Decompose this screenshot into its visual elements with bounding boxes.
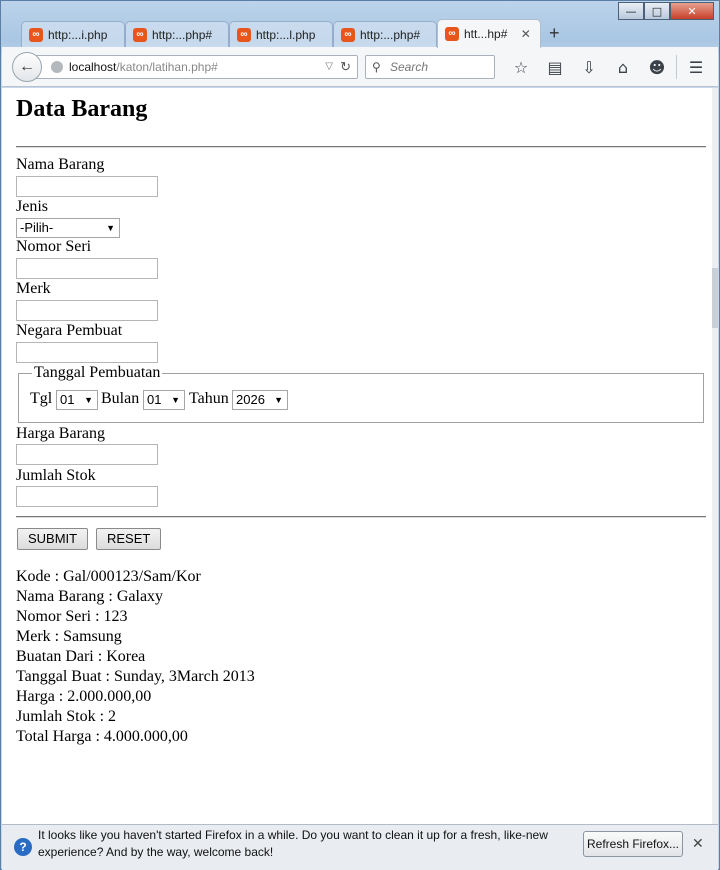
dropdown-arrow-icon: ▼ [274, 395, 283, 405]
tab-label: htt...hp# [464, 27, 508, 41]
result-jumlah-stok: Jumlah Stok : 2 [16, 708, 117, 725]
globe-icon [51, 61, 63, 73]
tgl-selected: 01 [60, 392, 75, 407]
history-dropdown-icon[interactable]: ▽ [325, 56, 333, 78]
tab-5-active[interactable]: ∞ htt...hp# ✕ [437, 19, 541, 48]
tab-bar: ∞ http:...i.php ∞ http:...php# ∞ http:..… [11, 19, 711, 48]
result-tanggal-buat: Tanggal Buat : Sunday, 3March 2013 [16, 668, 255, 685]
tgl-select[interactable]: 01 ▼ [56, 390, 98, 410]
tab-label: http:...php# [152, 28, 213, 42]
toolbar-icons: ☆ ▤ ⇩ ⌂ ☻ ☰ [504, 55, 713, 79]
jumlah-stok-label: Jumlah Stok [16, 467, 96, 484]
tahun-selected: 2026 [236, 392, 265, 407]
nama-barang-input[interactable] [16, 176, 158, 197]
tahun-select[interactable]: 2026 ▼ [232, 390, 288, 410]
dropdown-arrow-icon: ▼ [106, 223, 115, 233]
scrollbar-thumb[interactable] [712, 268, 718, 328]
jumlah-stok-input[interactable] [16, 486, 158, 507]
dropdown-arrow-icon: ▼ [84, 395, 93, 405]
result-nama-barang: Nama Barang : Galaxy [16, 588, 164, 605]
result-buatan-dari: Buatan Dari : Korea [16, 648, 146, 665]
nomor-seri-label: Nomor Seri [16, 238, 92, 255]
result-kode: Kode : Gal/000123/Sam/Kor [16, 568, 201, 585]
xampp-icon: ∞ [445, 27, 459, 41]
xampp-icon: ∞ [29, 28, 43, 42]
hamburger-menu-icon[interactable]: ☰ [679, 55, 713, 79]
bulan-select[interactable]: 01 ▼ [143, 390, 185, 410]
chat-icon[interactable]: ☻ [640, 55, 674, 79]
url-bar[interactable]: localhost/katon/latihan.php# ▽ ↻ [30, 55, 358, 79]
bulan-selected: 01 [147, 392, 162, 407]
page-title: Data Barang [16, 96, 148, 122]
notification-message: It looks like you haven't started Firefo… [38, 828, 548, 859]
jenis-label: Jenis [16, 198, 48, 215]
divider [16, 516, 706, 518]
tab-1[interactable]: ∞ http:...i.php [21, 21, 125, 47]
search-input[interactable]: ⚲ Search [365, 55, 495, 79]
tab-label: http:...i.php [48, 28, 108, 42]
jenis-selected: -Pilih- [20, 220, 54, 235]
tab-close-icon[interactable]: ✕ [521, 27, 531, 41]
close-notification-icon[interactable]: ✕ [692, 835, 704, 852]
toolbar-separator [676, 55, 677, 79]
xampp-icon: ∞ [237, 28, 251, 42]
dropdown-arrow-icon: ▼ [171, 395, 180, 405]
result-nomor-seri: Nomor Seri : 123 [16, 608, 128, 625]
url-text: localhost/katon/latihan.php# [69, 56, 218, 78]
reset-button[interactable]: RESET [96, 528, 162, 550]
harga-barang-label: Harga Barang [16, 425, 105, 442]
maximize-icon[interactable]: □ [644, 2, 670, 20]
url-host: localhost [69, 60, 117, 74]
result-merk: Merk : Samsung [16, 628, 122, 645]
refresh-firefox-button[interactable]: Refresh Firefox... [583, 831, 683, 857]
reading-list-icon[interactable]: ▤ [538, 55, 572, 79]
nama-barang-label: Nama Barang [16, 156, 105, 173]
minimize-icon[interactable]: — [618, 2, 644, 20]
new-tab-icon[interactable]: + [549, 23, 560, 44]
notification-bar: ? It looks like you haven't started Fire… [2, 824, 718, 870]
download-icon[interactable]: ⇩ [572, 55, 606, 79]
nomor-seri-input[interactable] [16, 258, 158, 279]
submit-button[interactable]: SUBMIT [17, 528, 89, 550]
navigation-bar: localhost/katon/latihan.php# ▽ ↻ ← ⚲ Sea… [2, 47, 718, 87]
tgl-label: Tgl [30, 390, 53, 407]
url-path: /katon/latihan.php# [116, 60, 218, 74]
search-icon: ⚲ [372, 60, 381, 74]
tab-3[interactable]: ∞ http:...l.php [229, 21, 333, 47]
vertical-scrollbar[interactable] [712, 88, 718, 824]
search-placeholder: Search [390, 60, 429, 74]
bookmark-star-icon[interactable]: ☆ [504, 55, 538, 79]
jenis-select[interactable]: -Pilih- ▼ [16, 218, 120, 238]
page-content: Data Barang Nama Barang Jenis -Pilih- ▼ … [2, 88, 714, 824]
bulan-label: Bulan [101, 390, 140, 407]
tab-label: http:...l.php [256, 28, 316, 42]
tanggal-legend: Tanggal Pembuatan [32, 364, 163, 382]
negara-pembuat-label: Negara Pembuat [16, 322, 123, 339]
back-button[interactable]: ← [12, 52, 42, 82]
divider [16, 146, 706, 148]
merk-label: Merk [16, 280, 51, 297]
result-total-harga: Total Harga : 4.000.000,00 [16, 728, 188, 745]
reload-icon[interactable]: ↻ [340, 56, 351, 78]
negara-pembuat-input[interactable] [16, 342, 158, 363]
xampp-icon: ∞ [133, 28, 147, 42]
close-window-icon[interactable]: ✕ [670, 2, 714, 20]
tab-2[interactable]: ∞ http:...php# [125, 21, 229, 47]
merk-input[interactable] [16, 300, 158, 321]
result-harga: Harga : 2.000.000,00 [16, 688, 152, 705]
harga-barang-input[interactable] [16, 444, 158, 465]
tab-label: http:...php# [360, 28, 421, 42]
xampp-icon: ∞ [341, 28, 355, 42]
tahun-label: Tahun [189, 390, 229, 407]
help-icon: ? [14, 838, 32, 856]
browser-window: — □ ✕ ∞ http:...i.php ∞ http:...php# ∞ h… [0, 0, 720, 870]
window-controls: — □ ✕ [618, 2, 714, 20]
tab-4[interactable]: ∞ http:...php# [333, 21, 437, 47]
home-icon[interactable]: ⌂ [606, 55, 640, 79]
